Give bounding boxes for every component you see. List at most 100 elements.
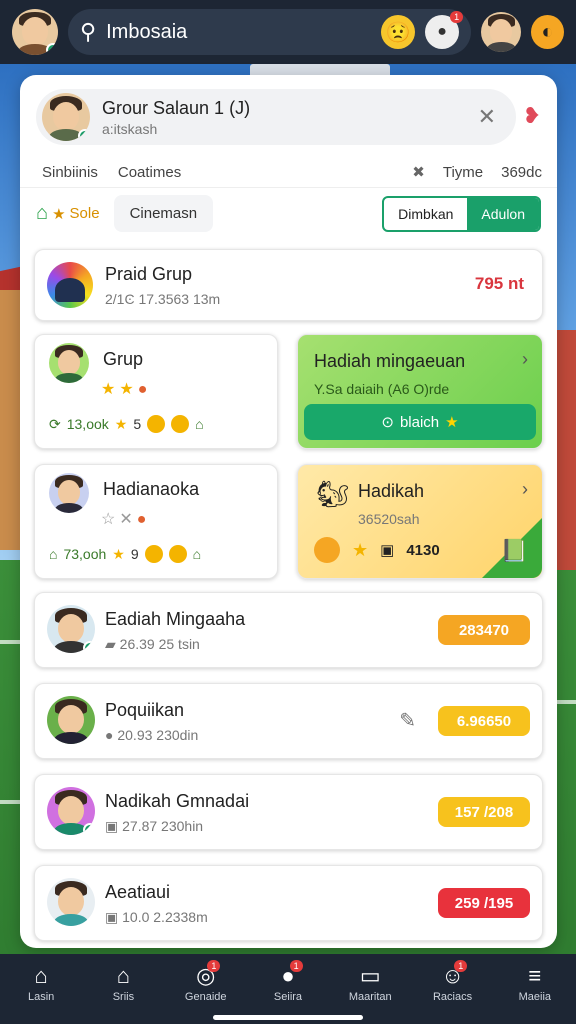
home-indicator[interactable]	[213, 1015, 363, 1020]
avatar-face	[57, 704, 85, 735]
seg-adulon[interactable]: Adulon	[467, 197, 539, 230]
avatar-body	[54, 503, 84, 513]
group-header[interactable]: Grour Salaun 1 (J) a:itskash ✕	[36, 89, 516, 145]
list-text: Eadiah Mingaaha ▰ 26.39 25 tsin	[105, 609, 245, 653]
list-sub-text: 26.39 25 tsin	[119, 636, 200, 652]
filter-row: ⌂ ★ Sole Cinemasn Dimbkan Adulon	[20, 187, 557, 239]
hadikah-card[interactable]: 🐿 Hadikah › 36520sah ★ ▣ 4130 📗	[297, 464, 543, 579]
search-bar[interactable]: ⚲ 😟 ● 1	[68, 9, 472, 55]
nav-raciacs[interactable]: ☺ 1 Raciacs	[411, 960, 493, 1003]
list-title: Poquiikan	[105, 700, 185, 720]
search-icon: ⚲	[80, 19, 97, 44]
coin-icon	[144, 545, 163, 563]
avatar-body	[53, 732, 89, 744]
house-icon: ⌂	[49, 546, 58, 562]
friend-avatar[interactable]	[481, 12, 522, 52]
avatar-body	[54, 373, 84, 383]
notification-badge: 1	[450, 11, 464, 23]
grup-stat-count: 5	[133, 416, 142, 432]
value-pill[interactable]: 283470	[438, 615, 530, 645]
nav-maeiia[interactable]: ≡ Maeiia	[494, 964, 576, 1004]
nav-label: Raciacs	[432, 991, 473, 1003]
chevron-right-icon: ›	[522, 479, 528, 499]
filter-tab-cinemasn[interactable]: Cinemasn	[113, 195, 214, 232]
group-subtitle: a:itskash	[102, 120, 158, 137]
fruit-icon: ●	[136, 511, 151, 528]
nav-sriis[interactable]: ⌂ Sriis	[82, 964, 164, 1004]
hadian-stat-count: 9	[130, 546, 139, 562]
avatar-face	[57, 613, 85, 644]
coin-icon	[147, 415, 166, 433]
ticket-icon: ▣	[380, 542, 395, 559]
tab-coatimes[interactable]: Coatimes	[118, 164, 181, 181]
hadian-avatar	[49, 473, 89, 513]
avatar-face	[57, 480, 81, 505]
list-sub: ▣ 27.87 230hin	[105, 818, 249, 835]
chevron-right-icon: ›	[522, 349, 528, 369]
nav-seiira[interactable]: ● 1 Seiira	[247, 960, 329, 1003]
value-pill[interactable]: 6.96650	[438, 706, 530, 736]
favorite-icon[interactable]: ❥	[523, 103, 541, 129]
seg-dimbkan[interactable]: Dimbkan	[384, 198, 467, 230]
nav-label: Lasin	[27, 991, 55, 1003]
list-item[interactable]: Eadiah Mingaaha ▰ 26.39 25 tsin 283470	[34, 592, 543, 668]
avatar-face	[489, 19, 513, 44]
weekly-button-label: blaich	[399, 413, 440, 431]
tab-sinbiinis[interactable]: Sinbiinis	[42, 164, 98, 181]
profile-avatar[interactable]	[12, 9, 58, 55]
list-text: Aeatiaui ▣ 10.0 2.2338m	[105, 882, 208, 926]
home-filter[interactable]: ⌂ ★ Sole	[36, 202, 100, 225]
coin-icon: ●	[105, 727, 114, 743]
list-title: Aeatiaui	[105, 882, 171, 902]
star-icon: ★	[52, 205, 66, 223]
coin-icon[interactable]: ◐	[531, 15, 564, 49]
list-item[interactable]: Poquiikan ● 20.93 230din ✎ 6.96650	[34, 683, 543, 759]
verified-badge	[78, 129, 90, 141]
grup-card[interactable]: Grup ★★● ⟳ 13,ook ★ 5 ⌂	[34, 334, 278, 449]
lock-icon: ▣	[105, 909, 119, 925]
list-text: Poquiikan ● 20.93 230din	[105, 700, 198, 743]
count-label: 369dc	[501, 163, 542, 181]
hadikah-stats: ★ ▣ 4130	[314, 537, 440, 563]
bell-glyph: ●	[437, 23, 447, 40]
squirrel-icon: 🐿	[316, 479, 350, 509]
nav-lasin[interactable]: ⌂ Lasin	[0, 964, 82, 1004]
value-pill[interactable]: 259 /195	[438, 888, 530, 918]
hadian-title: Hadianaoka	[103, 479, 200, 499]
list-item[interactable]: Nadikah Gmnadai ▣ 27.87 230hin 157 /208	[34, 774, 543, 850]
prize-group-card[interactable]: Praid Grup 2/1Ͼ 17.3563 13m 795 nt	[34, 249, 543, 321]
close-icon[interactable]: ✕	[478, 104, 496, 130]
screen-icon: ▭	[359, 963, 381, 988]
nav-maaritan[interactable]: ▭ Maaritan	[329, 963, 411, 1004]
avatar-body	[53, 914, 89, 926]
list-title: Eadiah Mingaaha	[105, 609, 246, 629]
verified-badge	[46, 43, 58, 55]
hadian-stats: ⌂ 73,ooh ★ 9 ⌂	[49, 545, 201, 563]
hadikah-value: 4130	[406, 541, 440, 559]
value-pill[interactable]: 157 /208	[438, 797, 530, 827]
grup-rating: ★★●	[101, 379, 151, 399]
tools-icon[interactable]: ✖	[412, 163, 425, 181]
coin-icon	[314, 537, 340, 563]
verified-badge	[83, 641, 95, 653]
nav-genaide[interactable]: ◎ 1 Genaide	[165, 960, 247, 1003]
nav-label: Seiira	[273, 991, 303, 1003]
emoji-icon[interactable]: 😟	[381, 15, 416, 49]
list-item[interactable]: Aeatiaui ▣ 10.0 2.2338m 259 /195	[34, 865, 543, 941]
search-input[interactable]	[106, 20, 372, 44]
weekly-claim-button[interactable]: ⊙ blaich ★	[304, 404, 536, 440]
weekly-title: Hadiah mingaeuan	[314, 351, 466, 371]
list-title: Nadikah Gmnadai	[105, 791, 250, 811]
avatar-face	[57, 350, 81, 375]
avatar-face	[22, 17, 48, 46]
edit-icon[interactable]: ✎	[399, 708, 416, 733]
notification-icon[interactable]: ● 1	[425, 11, 464, 49]
star-icon: ★	[352, 539, 369, 560]
hadian-rating: ☆✕●	[101, 509, 150, 529]
home-icon: ⌂	[36, 202, 49, 224]
group-text: Grour Salaun 1 (J) a:itskash	[102, 98, 250, 137]
weekly-prize-card[interactable]: Hadiah mingaeuan › Y.Sa daiaih (A6 O)rde…	[297, 334, 543, 449]
hadian-card[interactable]: Hadianaoka ☆✕● ⌂ 73,ooh ★ 9 ⌂	[34, 464, 278, 579]
nav-badge: 1	[207, 960, 221, 972]
grup-stats: ⟳ 13,ook ★ 5 ⌂	[49, 415, 204, 433]
